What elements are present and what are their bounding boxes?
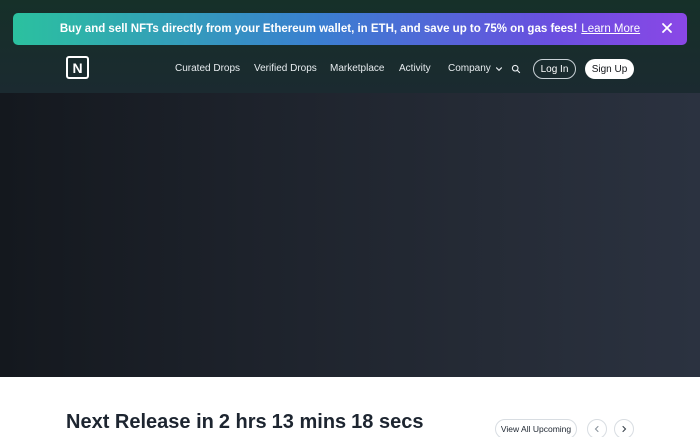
nav-link-activity[interactable]: Activity [399,63,431,74]
close-icon[interactable] [660,21,674,35]
view-all-label: View All Upcoming [500,424,572,434]
release-minutes: 13 mins [271,411,347,433]
login-button[interactable]: Log In [533,59,576,79]
previous-button[interactable] [587,419,607,437]
learn-more-link[interactable]: Learn More [581,23,640,35]
chevron-right-icon [622,425,627,433]
chevron-left-icon [594,425,599,433]
release-countdown-heading: Next Release in 2 hrs 13 mins 18 secs [66,411,423,434]
logo[interactable]: N [66,56,89,79]
next-button[interactable] [614,419,634,437]
search-icon[interactable] [511,64,521,74]
nav-company-label: Company [448,63,491,74]
release-section: Next Release in 2 hrs 13 mins 18 secs Vi… [0,377,700,437]
main-nav: N Curated Drops Verified Drops Marketpla… [0,54,700,84]
release-seconds: 18 secs [351,411,424,433]
logo-letter: N [72,59,83,76]
view-all-upcoming-button[interactable]: View All Upcoming [495,419,577,437]
page: Buy and sell NFTs directly from your Eth… [0,0,700,437]
nav-link-company[interactable]: Company [448,63,503,74]
nav-link-curated-drops[interactable]: Curated Drops [175,63,240,74]
release-prefix: Next Release in [66,411,214,433]
login-label: Log In [540,63,569,75]
chevron-down-icon [495,66,502,71]
signup-label: Sign Up [591,63,628,75]
release-hours: 2 hrs [218,411,267,433]
hero-section [0,93,700,377]
banner-text: Buy and sell NFTs directly from your Eth… [59,23,578,35]
header-area: Buy and sell NFTs directly from your Eth… [0,0,700,93]
nav-link-verified-drops[interactable]: Verified Drops [254,63,317,74]
nav-link-marketplace[interactable]: Marketplace [330,63,384,74]
promo-banner: Buy and sell NFTs directly from your Eth… [13,13,687,45]
signup-button[interactable]: Sign Up [585,59,634,79]
